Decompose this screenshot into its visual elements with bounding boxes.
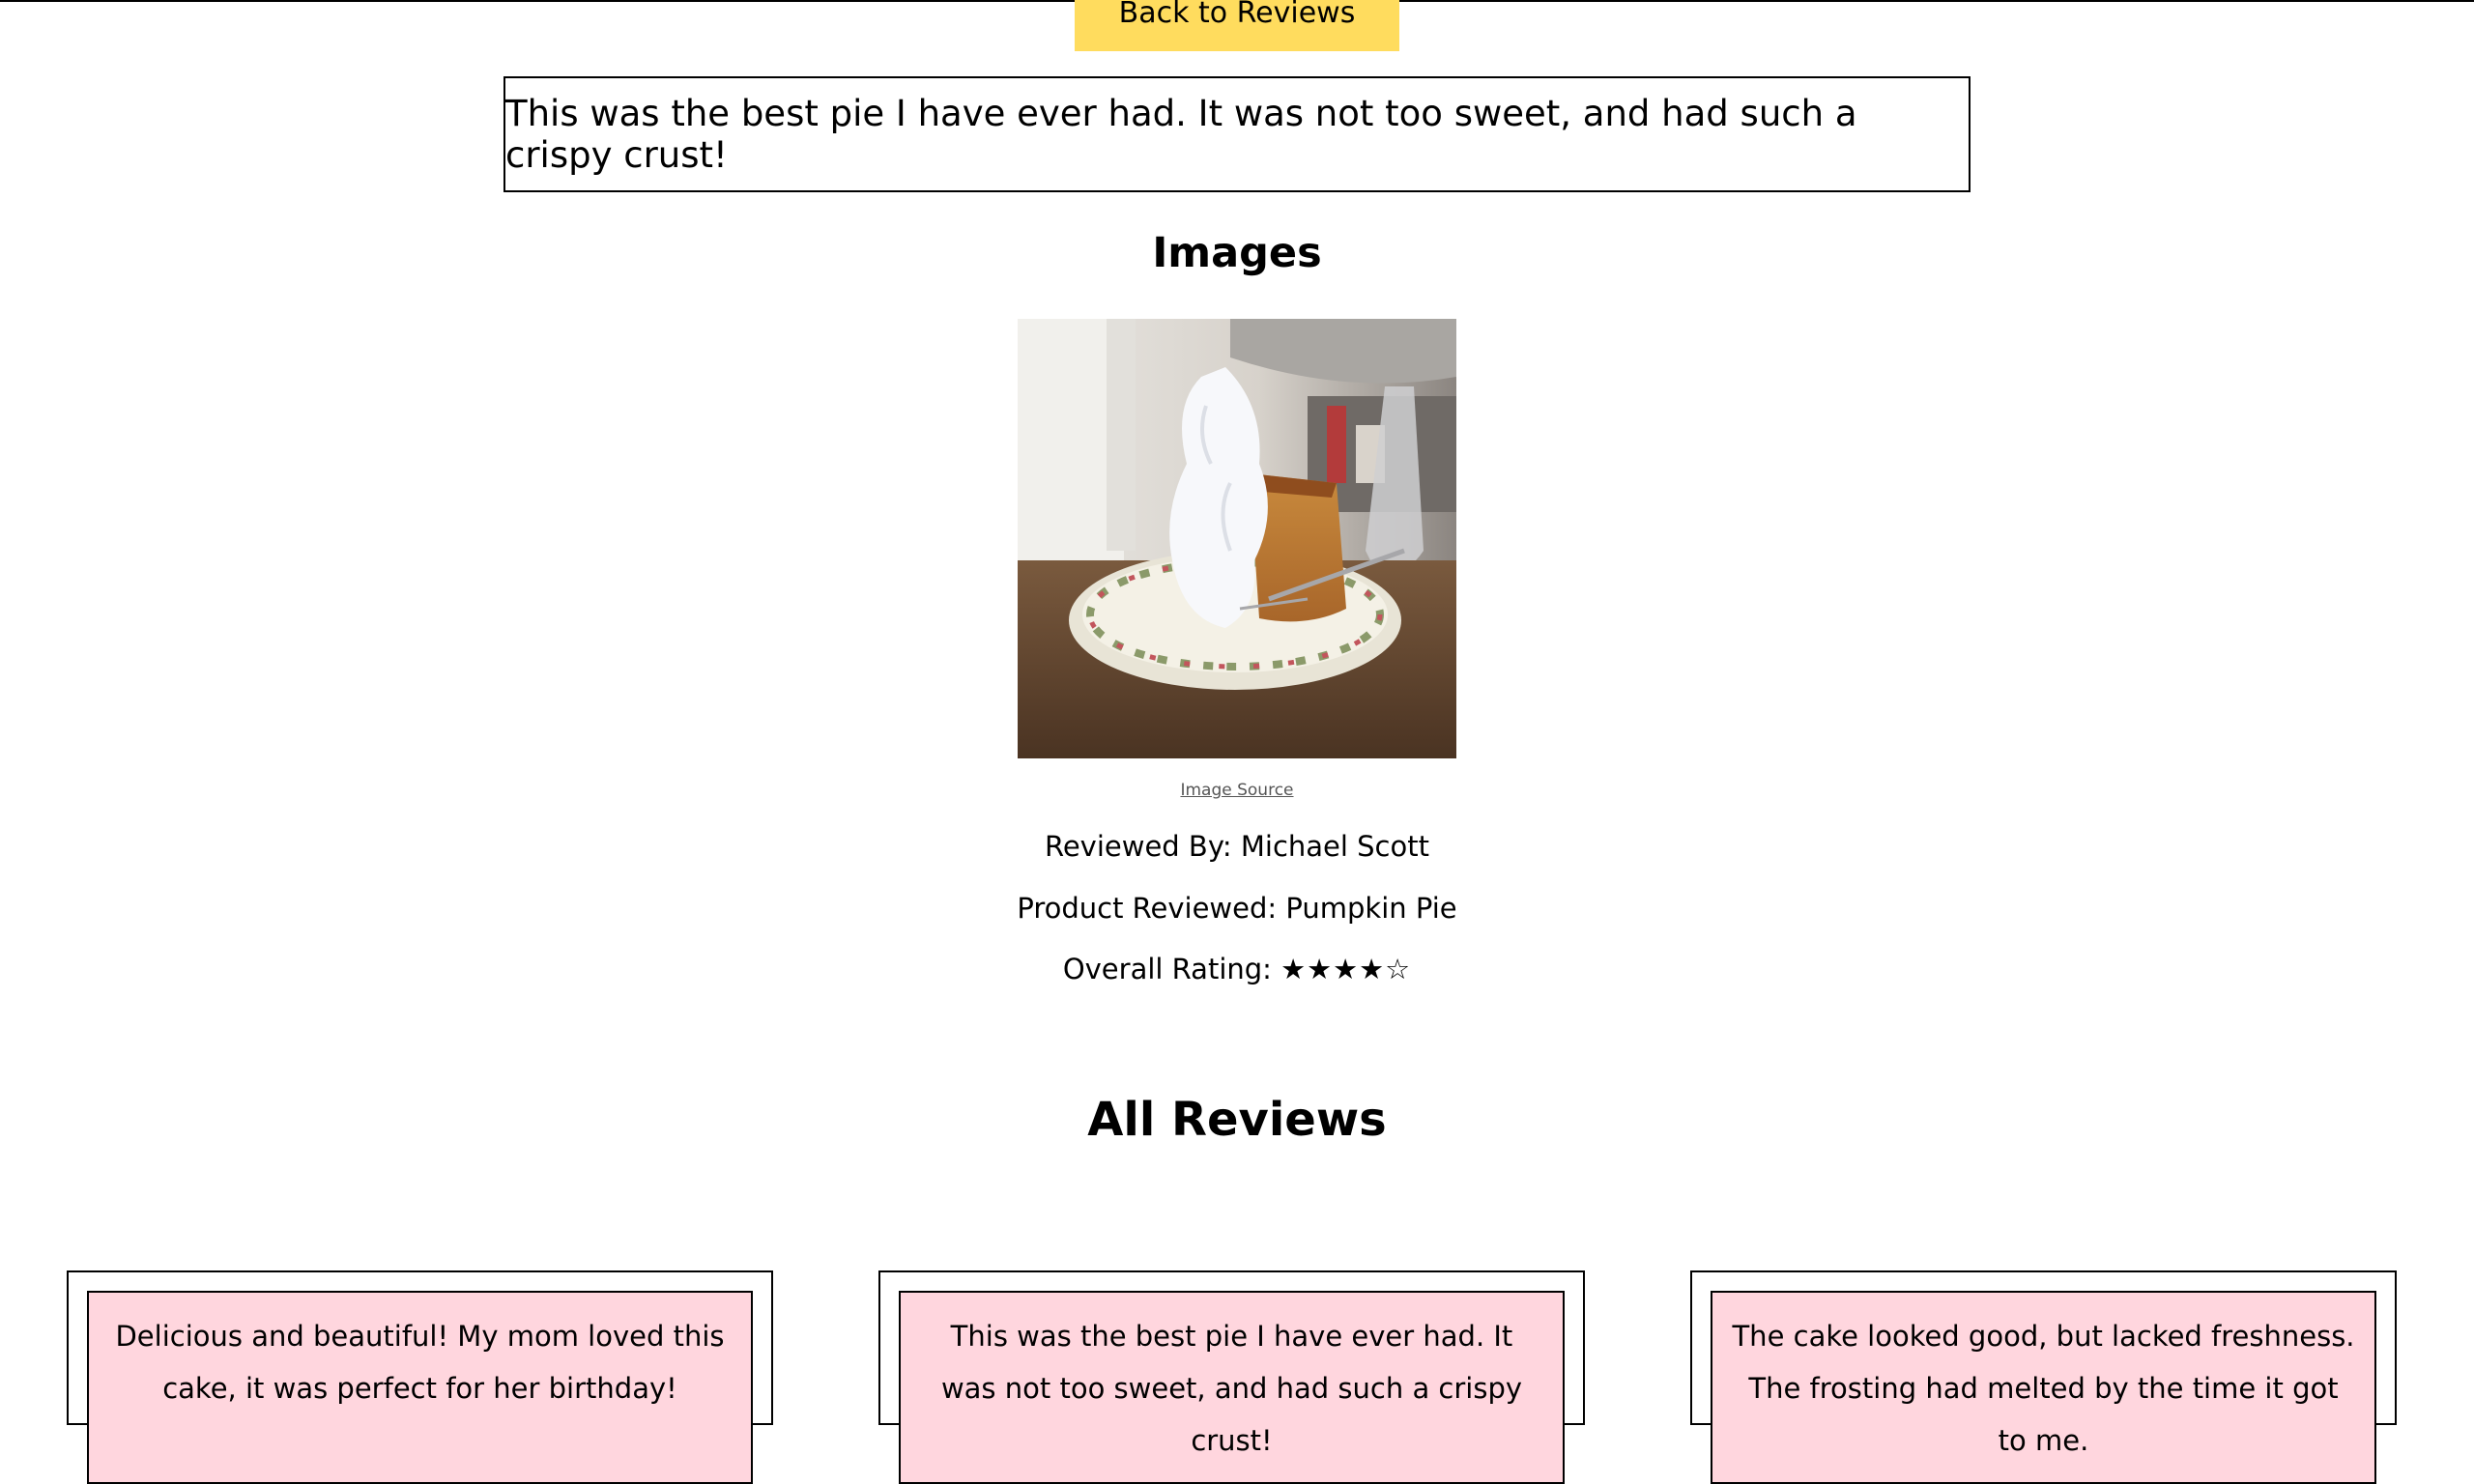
image-source-caption: Image Source	[0, 781, 2474, 800]
review-card[interactable]: The cake looked good, but lacked freshne…	[1690, 1270, 2397, 1484]
overall-rating-label: Overall Rating:	[1062, 953, 1272, 985]
review-text-box: This was the best pie I have ever had. I…	[503, 76, 1971, 192]
review-card-body: The cake looked good, but lacked freshne…	[1711, 1291, 2376, 1484]
back-to-reviews-button[interactable]: Back to Reviews	[1075, 0, 1399, 51]
images-heading: Images	[1152, 229, 1322, 277]
image-source-link[interactable]: Image Source	[1180, 781, 1293, 800]
review-card-body: Delicious and beautiful! My mom loved th…	[87, 1291, 753, 1484]
review-card[interactable]: This was the best pie I have ever had. I…	[878, 1270, 1585, 1484]
review-card-text: Delicious and beautiful! My mom loved th…	[115, 1320, 725, 1405]
reviewer-name: Michael Scott	[1240, 830, 1429, 863]
rating-stars: ★★★★☆	[1280, 953, 1412, 985]
review-card-text: This was the best pie I have ever had. I…	[940, 1320, 1523, 1457]
review-card-text: The cake looked good, but lacked freshne…	[1732, 1320, 2355, 1457]
overall-rating-line: Overall Rating: ★★★★☆	[0, 950, 2474, 988]
reviewed-by-label: Reviewed By:	[1044, 830, 1232, 863]
review-card-body: This was the best pie I have ever had. I…	[899, 1291, 1565, 1484]
review-card[interactable]: Delicious and beautiful! My mom loved th…	[67, 1270, 773, 1484]
review-text: This was the best pie I have ever had. I…	[505, 93, 1857, 176]
all-reviews-heading: All Reviews	[1087, 1093, 1387, 1147]
pumpkin-pie-photo	[1018, 319, 1456, 758]
product-reviewed-line: Product Reviewed: Pumpkin Pie	[0, 889, 2474, 928]
reviewed-by-line: Reviewed By: Michael Scott	[0, 827, 2474, 866]
product-reviewed-label: Product Reviewed:	[1017, 892, 1278, 925]
product-name: Pumpkin Pie	[1285, 892, 1457, 925]
